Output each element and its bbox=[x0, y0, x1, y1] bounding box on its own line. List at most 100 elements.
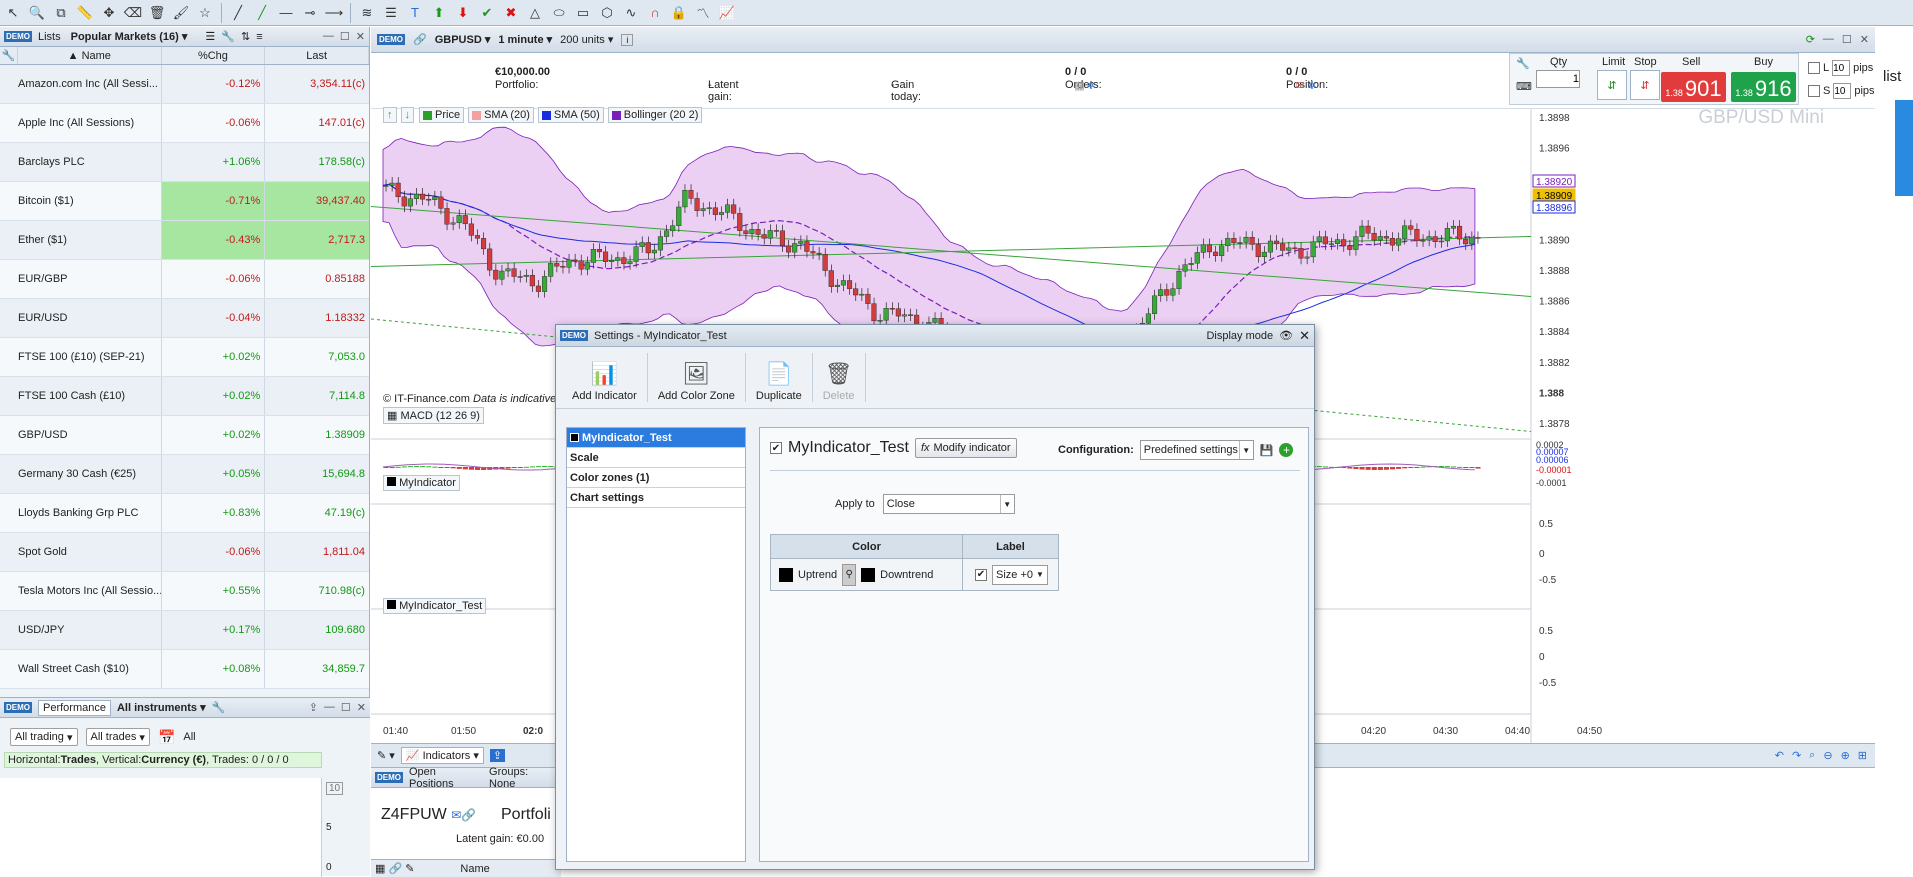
line-icon[interactable]: ╱ bbox=[227, 2, 249, 24]
dialog-close-icon[interactable]: ✕ bbox=[1299, 328, 1310, 344]
market-row[interactable]: Ether ($1) -0.43% 2,717.3 bbox=[0, 221, 369, 260]
share-icon[interactable]: ⇪ bbox=[489, 749, 506, 762]
menu-icon[interactable]: ≡ bbox=[256, 31, 262, 43]
settings-tree-item[interactable]: MyIndicator_Test bbox=[567, 428, 745, 448]
wrench-icon[interactable]: 🔧 bbox=[0, 47, 18, 64]
buy-button[interactable]: 1.38 916 bbox=[1731, 72, 1796, 102]
check-icon[interactable]: ✔ bbox=[476, 2, 498, 24]
qty-input[interactable] bbox=[1536, 70, 1580, 88]
move-icon[interactable]: ✥ bbox=[98, 2, 120, 24]
star-icon[interactable]: ☆ bbox=[194, 2, 216, 24]
zoom-in-icon[interactable]: ⊕ bbox=[1841, 749, 1850, 762]
side-blue-tab[interactable] bbox=[1895, 100, 1913, 196]
apply-to-select[interactable]: Close ▼ bbox=[882, 494, 1015, 514]
market-row[interactable]: Amazon.com Inc (All Sessi... -0.12% 3,35… bbox=[0, 65, 369, 104]
limit-button[interactable]: ⇵ bbox=[1597, 70, 1627, 100]
settings-tree-item[interactable]: Scale bbox=[567, 448, 745, 468]
market-row[interactable]: Germany 30 Cash (€25) +0.05% 15,694.8 bbox=[0, 455, 369, 494]
stop-button[interactable]: ⇵ bbox=[1630, 70, 1660, 100]
market-row[interactable]: USD/JPY +0.17% 109.680 bbox=[0, 611, 369, 650]
indicator2-label[interactable]: MyIndicator_Test bbox=[383, 598, 487, 614]
undo-icon[interactable]: ↶ bbox=[1775, 749, 1784, 762]
link-icon[interactable]: 🔗 bbox=[413, 33, 427, 46]
zoom-fit-icon[interactable]: ⌕ bbox=[1809, 749, 1815, 762]
dialog-titlebar[interactable]: DEMO Settings - MyIndicator_Test Display… bbox=[556, 325, 1314, 347]
delete-button[interactable]: 🗑 Delete bbox=[813, 353, 866, 402]
macd-label[interactable]: ▦ MACD (12 26 9) bbox=[383, 407, 484, 424]
cross-icon[interactable]: ✖ bbox=[500, 2, 522, 24]
trend-icon[interactable]: 〽 bbox=[692, 2, 714, 24]
lock-icon[interactable]: 🔒 bbox=[668, 2, 690, 24]
zoom-out-icon[interactable]: ⊖ bbox=[1823, 749, 1832, 762]
refresh-icon[interactable]: ⟳ bbox=[1806, 33, 1815, 46]
label-checkbox[interactable]: ✔ bbox=[975, 568, 987, 581]
trading-filter[interactable]: All trading ▾ bbox=[10, 728, 78, 746]
col-name[interactable]: ▲ Name bbox=[18, 47, 162, 64]
settings-tree-item[interactable]: Color zones (1) bbox=[567, 468, 745, 488]
limit-checkbox[interactable] bbox=[1808, 62, 1820, 74]
trades-filter[interactable]: All trades ▾ bbox=[85, 728, 150, 746]
add-icon[interactable]: + bbox=[1279, 443, 1294, 457]
groups-selector[interactable]: Groups: None bbox=[489, 766, 557, 790]
label-size-select[interactable]: Size +0 ▼ bbox=[992, 564, 1048, 585]
uptrend-color-swatch[interactable] bbox=[779, 567, 793, 582]
performance-tab[interactable]: Performance bbox=[38, 699, 111, 716]
copy-icon[interactable]: ⧉ bbox=[50, 2, 72, 24]
instrument-filter[interactable]: All instruments ▾ bbox=[117, 701, 206, 714]
legend-up-icon[interactable]: ↑ bbox=[383, 107, 397, 123]
draw-icon[interactable]: ✎ ▾ bbox=[377, 749, 395, 762]
market-row[interactable]: EUR/GBP -0.06% 0.85188 bbox=[0, 260, 369, 299]
green-line-icon[interactable]: ╱ bbox=[251, 2, 273, 24]
symbol-selector[interactable]: GBPUSD ▾ bbox=[435, 33, 491, 46]
share-icon[interactable]: ⇪ bbox=[309, 701, 318, 714]
minimize-icon[interactable]: — bbox=[324, 701, 335, 714]
save-icon[interactable]: 💾 bbox=[1260, 444, 1274, 457]
lists-tab[interactable]: Lists bbox=[38, 31, 61, 43]
modify-indicator-button[interactable]: fx Modify indicator bbox=[914, 438, 1017, 458]
ellipse-icon[interactable]: ⬭ bbox=[548, 2, 570, 24]
legend-item[interactable]: Price bbox=[419, 107, 465, 123]
positions-tools-icon[interactable]: ▦ 🔗 ✎ bbox=[375, 862, 414, 875]
sort-icon[interactable]: ⇅ bbox=[241, 30, 250, 43]
zoom-icon[interactable]: 🔍 bbox=[26, 2, 48, 24]
col-last[interactable]: Last bbox=[265, 47, 369, 64]
maximize-icon[interactable]: ☐ bbox=[341, 701, 351, 714]
eye-icon[interactable]: 👁 bbox=[1279, 329, 1293, 342]
indicators-button[interactable]: 📈 Indicators ▾ bbox=[400, 747, 484, 764]
sell-button[interactable]: 1.38 901 bbox=[1661, 72, 1726, 102]
close-icon[interactable]: ✕ bbox=[357, 701, 366, 714]
rectangle-icon[interactable]: ▭ bbox=[572, 2, 594, 24]
paint-icon[interactable]: 🖌 bbox=[170, 2, 192, 24]
market-row[interactable]: EUR/USD -0.04% 1.18332 bbox=[0, 299, 369, 338]
minimize-icon[interactable]: — bbox=[323, 30, 334, 43]
list-options-icon[interactable]: ☰ bbox=[205, 30, 215, 43]
market-row[interactable]: Apple Inc (All Sessions) -0.06% 147.01(c… bbox=[0, 104, 369, 143]
triangle-icon[interactable]: △ bbox=[524, 2, 546, 24]
market-row[interactable]: FTSE 100 Cash (£10) +0.02% 7,114.8 bbox=[0, 377, 369, 416]
legend-item[interactable]: SMA (20) bbox=[468, 107, 534, 123]
stop-checkbox[interactable] bbox=[1808, 85, 1820, 97]
wrench-icon[interactable]: 🔧 bbox=[212, 701, 226, 714]
minimize-icon[interactable]: — bbox=[1823, 33, 1834, 46]
configuration-select[interactable]: Predefined settings ▼ bbox=[1139, 440, 1254, 460]
ruler-icon[interactable]: 📏 bbox=[74, 2, 96, 24]
positions-col-name[interactable]: Name bbox=[460, 863, 489, 875]
indicator-enabled-checkbox[interactable]: ✔ bbox=[770, 442, 782, 454]
wrench-icon[interactable]: 🔧 bbox=[1516, 57, 1530, 70]
text-icon[interactable]: T bbox=[404, 2, 426, 24]
hline-icon[interactable]: — bbox=[275, 2, 297, 24]
eraser-icon[interactable]: ⌫ bbox=[122, 2, 144, 24]
timeframe-selector[interactable]: 1 minute ▾ bbox=[498, 33, 552, 46]
info-icon[interactable]: i bbox=[621, 33, 634, 46]
segment-icon[interactable]: ⊸ bbox=[299, 2, 321, 24]
legend-down-icon[interactable]: ↓ bbox=[400, 107, 414, 123]
market-row[interactable]: Tesla Motors Inc (All Sessio... +0.55% 7… bbox=[0, 572, 369, 611]
units-selector[interactable]: 200 units ▾ bbox=[560, 33, 613, 46]
magnet-icon[interactable]: ∩ bbox=[644, 2, 666, 24]
arrow-down-icon[interactable]: ⬇ bbox=[452, 2, 474, 24]
curve-icon[interactable]: ∿ bbox=[620, 2, 642, 24]
chart-icon[interactable]: 📈 bbox=[716, 2, 738, 24]
market-row[interactable]: Lloyds Banking Grp PLC +0.83% 47.19(c) bbox=[0, 494, 369, 533]
duplicate-button[interactable]: 📄 Duplicate bbox=[746, 353, 813, 402]
market-row[interactable]: FTSE 100 (£10) (SEP-21) +0.02% 7,053.0 bbox=[0, 338, 369, 377]
